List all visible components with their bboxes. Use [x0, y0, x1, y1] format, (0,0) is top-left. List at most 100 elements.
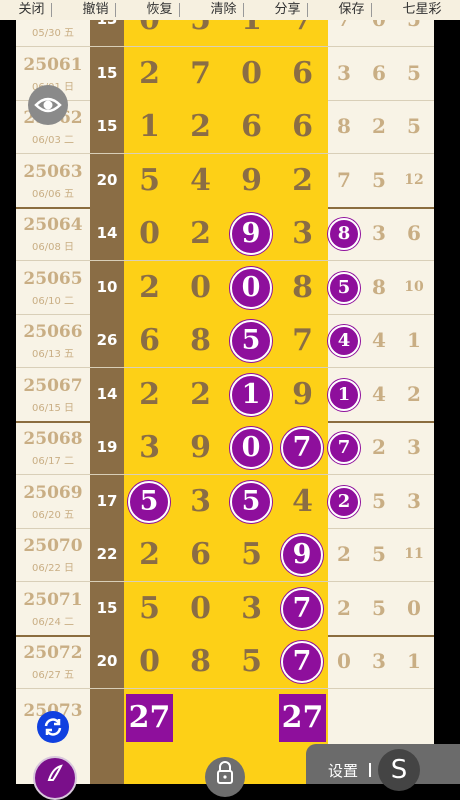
digit-cell[interactable]: 9	[175, 421, 226, 474]
digit-cell[interactable]: 3	[124, 421, 175, 474]
digit-cell[interactable]: 6	[124, 314, 175, 367]
digit-ball[interactable]: 5	[230, 480, 272, 523]
digit-cell[interactable]: 6	[226, 100, 277, 153]
extra-cell[interactable]: 7	[327, 154, 361, 207]
extra-cell[interactable]: 6	[362, 47, 396, 100]
extra-cell[interactable]: 8	[327, 100, 361, 153]
digit-cell[interactable]: 9	[226, 154, 277, 207]
digit-cell[interactable]: 2	[124, 261, 175, 314]
digit-cell[interactable]: 7	[175, 47, 226, 100]
digit-cell[interactable]: 6	[277, 47, 328, 100]
undo-button[interactable]: 撤销	[76, 3, 116, 17]
extra-cell[interactable]: 10	[397, 261, 431, 314]
digit-cell[interactable]: 8	[175, 635, 226, 688]
app-logo-button[interactable]: S	[378, 749, 420, 791]
extra-cell[interactable]: 3	[397, 421, 431, 474]
extra-cell[interactable]: 3	[362, 635, 396, 688]
extra-ball[interactable]: 1	[328, 378, 360, 411]
digit-cell[interactable]: 6	[175, 528, 226, 581]
extra-cell[interactable]: 3	[327, 47, 361, 100]
trend-chart-grid[interactable]: 2506005/30 五1305177052506106/01 日1527063…	[16, 0, 434, 784]
digit-cell[interactable]: 1	[124, 100, 175, 153]
table-row[interactable]: 25063 06/06 五 20 5 4 9 2 7 5 12	[16, 153, 434, 209]
extra-cell[interactable]: 0	[327, 635, 361, 688]
extra-cell[interactable]: 0	[397, 582, 431, 635]
digit-cell[interactable]: 9	[277, 368, 328, 421]
table-row[interactable]: 25072 06/27 五 20 0 8 5 7 0 3 1	[16, 635, 434, 689]
table-row[interactable]: 25068 06/17 二 19 3 9 0 7 7 2 3	[16, 421, 434, 475]
extra-cell[interactable]: 3	[362, 207, 396, 260]
extra-cell[interactable]: 5	[362, 582, 396, 635]
table-row[interactable]: 25071 06/24 二 15 5 0 3 7 2 5 0	[16, 581, 434, 637]
digit-cell[interactable]: 0	[124, 207, 175, 260]
extra-cell[interactable]: 2	[362, 100, 396, 153]
digit-cell[interactable]: 2	[124, 528, 175, 581]
digit-ball[interactable]: 7	[281, 641, 323, 683]
extra-cell[interactable]: 4	[362, 314, 396, 367]
digit-cell[interactable]: 4	[277, 475, 328, 528]
digit-cell[interactable]: 2	[124, 47, 175, 100]
table-row[interactable]: 25066 06/13 五 26 6 8 5 7 4 4 1	[16, 314, 434, 368]
extra-ball[interactable]: 5	[328, 271, 360, 304]
settings-bar[interactable]: 设置 S	[306, 744, 460, 791]
digit-cell[interactable]: 2	[124, 368, 175, 421]
digit-cell[interactable]: 5	[124, 582, 175, 635]
extra-cell[interactable]: 6	[397, 207, 431, 260]
extra-cell[interactable]: 12	[397, 154, 431, 207]
digit-cell[interactable]: 0	[175, 261, 226, 314]
extra-cell[interactable]: 5	[362, 475, 396, 528]
save-button[interactable]: 保存	[332, 3, 372, 17]
digit-cell[interactable]: 3	[226, 582, 277, 635]
extra-cell[interactable]: 4	[362, 368, 396, 421]
extra-cell[interactable]: 2	[327, 582, 361, 635]
extra-cell[interactable]: 2	[397, 368, 431, 421]
table-row[interactable]: 2506106/01 日152706365	[16, 46, 434, 101]
mark-27-second[interactable]: 27	[279, 694, 326, 742]
brush-button[interactable]	[33, 756, 77, 800]
extra-ball[interactable]: 8	[328, 218, 360, 250]
settings-label[interactable]: 设置	[328, 760, 358, 781]
digit-cell[interactable]: 8	[277, 261, 328, 314]
extra-cell[interactable]: 1	[397, 314, 431, 367]
digit-ball[interactable]: 9	[230, 213, 272, 255]
digit-cell[interactable]: 0	[226, 47, 277, 100]
clear-button[interactable]: 清除	[204, 3, 244, 17]
extra-cell[interactable]: 5	[362, 528, 396, 581]
digit-ball[interactable]: 5	[128, 480, 170, 523]
digit-cell[interactable]: 5	[226, 528, 277, 581]
extra-cell[interactable]: 5	[397, 100, 431, 153]
digit-ball[interactable]: 7	[281, 587, 323, 630]
extra-cell[interactable]: 1	[397, 635, 431, 688]
digit-cell[interactable]: 0	[175, 582, 226, 635]
digit-cell[interactable]: 2	[175, 100, 226, 153]
extra-cell[interactable]: 5	[362, 154, 396, 207]
mark-27-first[interactable]: 27	[126, 694, 173, 742]
close-button[interactable]: 关闭	[12, 3, 52, 17]
refresh-button[interactable]	[37, 711, 69, 743]
table-row[interactable]: 25069 06/20 五 17 5 3 5 4 2 5 3	[16, 474, 434, 529]
digit-cell[interactable]: 2	[277, 154, 328, 207]
extra-ball[interactable]: 2	[328, 485, 360, 518]
table-row[interactable]: 2506206/03 二151266825	[16, 100, 434, 154]
table-row[interactable]: 25070 06/22 日 22 2 6 5 9 2 5 11	[16, 528, 434, 582]
digit-ball[interactable]: 9	[281, 534, 323, 576]
extra-cell[interactable]: 11	[397, 528, 431, 581]
digit-ball[interactable]: 5	[230, 320, 272, 362]
digit-cell[interactable]: 5	[226, 635, 277, 688]
extra-cell[interactable]: 5	[397, 47, 431, 100]
extra-cell[interactable]: 8	[362, 261, 396, 314]
table-row[interactable]: 25064 06/08 日 14 0 2 9 3 8 3 6	[16, 207, 434, 261]
digit-cell[interactable]: 5	[124, 154, 175, 207]
share-button[interactable]: 分享	[268, 3, 308, 17]
digit-ball[interactable]: 0	[230, 427, 272, 469]
digit-cell[interactable]: 3	[175, 475, 226, 528]
lock-button[interactable]	[205, 757, 245, 797]
extra-ball[interactable]: 4	[328, 325, 360, 357]
extra-cell[interactable]: 3	[397, 475, 431, 528]
digit-cell[interactable]: 3	[277, 207, 328, 260]
digit-ball[interactable]: 7	[281, 427, 323, 469]
eye-toggle-button[interactable]	[28, 85, 68, 125]
digit-cell[interactable]: 6	[277, 100, 328, 153]
lottery-type-button[interactable]: 七星彩	[396, 3, 447, 17]
table-row[interactable]: 25067 06/15 日 14 2 2 1 9 1 4 2	[16, 367, 434, 423]
